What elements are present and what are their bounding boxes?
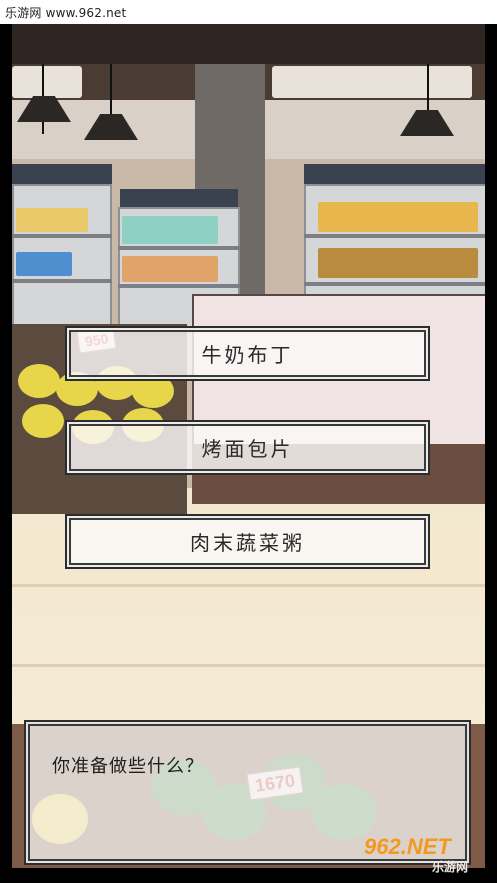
watermark-top: 乐游网 www.962.net xyxy=(5,6,127,20)
floor-line xyxy=(12,584,485,587)
shelf-header xyxy=(12,164,112,184)
store-sign-left xyxy=(12,66,82,98)
shelf-rack xyxy=(304,234,485,238)
ceiling xyxy=(12,24,485,64)
lamp-shade-center xyxy=(84,114,138,140)
shelf-rack xyxy=(304,282,485,286)
choice-button-porridge[interactable]: 肉末蔬菜粥 xyxy=(65,514,430,569)
goods xyxy=(122,256,218,282)
goods xyxy=(122,216,218,244)
shelf-header xyxy=(304,164,485,184)
goods xyxy=(318,202,478,232)
lamp-shade-right xyxy=(400,110,454,136)
dialog-text: 你准备做些什么？ xyxy=(52,756,204,777)
choice-button-milk-pudding[interactable]: 牛奶布丁 xyxy=(65,326,430,381)
shelf-header xyxy=(120,189,238,209)
shelf-rack xyxy=(12,279,112,283)
choice-button-toast[interactable]: 烤面包片 xyxy=(65,420,430,475)
choice-label: 肉末蔬菜粥 xyxy=(190,531,305,555)
shelf-rack xyxy=(118,284,240,288)
fruit xyxy=(22,404,64,438)
watermark-bar: 乐游网 www.962.net xyxy=(0,0,497,24)
floor-line xyxy=(12,664,485,667)
watermark-logo-subtext: 乐游网 xyxy=(432,860,469,874)
store-sign-right xyxy=(272,66,472,98)
watermark-logo: 962.NET xyxy=(364,834,451,859)
choice-label: 牛奶布丁 xyxy=(201,343,294,367)
fruit xyxy=(18,364,60,398)
choice-label: 烤面包片 xyxy=(201,437,294,461)
shelf-rack xyxy=(118,246,240,250)
goods xyxy=(318,248,478,278)
goods xyxy=(16,252,72,276)
goods xyxy=(16,208,88,232)
game-frame: 乐游网 www.962.net 牛奶布丁 烤面包片 肉末蔬菜粥 你准备做些什么？… xyxy=(0,0,497,883)
shelf-rack xyxy=(12,234,112,238)
